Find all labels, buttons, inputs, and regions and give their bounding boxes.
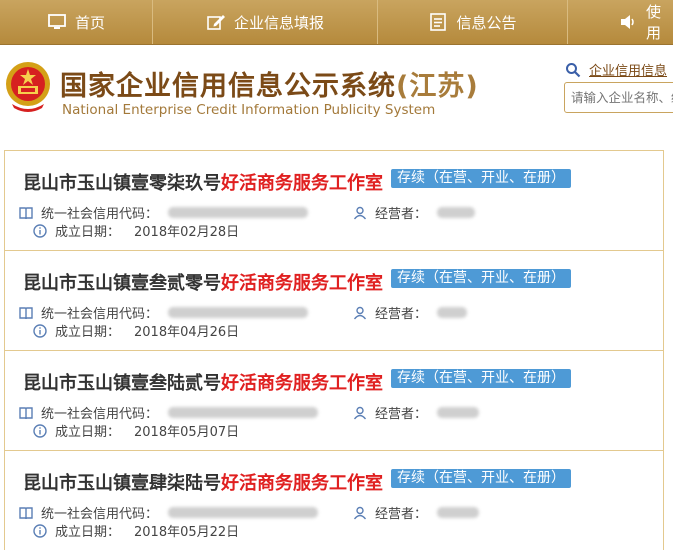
- result-card[interactable]: 昆山市玉山镇壹肆柒陆号好活商务服务工作室 存续（在营、开业、在册） 统一社会信用…: [5, 451, 663, 551]
- enterprise-name[interactable]: 昆山市玉山镇壹叁贰零号好活商务服务工作室: [23, 269, 383, 295]
- redacted-credit-code: [168, 507, 319, 518]
- credit-code-row: 统一社会信用代码：: [19, 403, 319, 422]
- speaker-icon: [618, 12, 638, 32]
- operator-row: 经营者：: [353, 203, 476, 222]
- redacted-operator: [437, 407, 480, 418]
- search-icon: [565, 62, 581, 78]
- site-header: 国家企业信用信息公示系统(江苏) National Enterprise Cre…: [0, 44, 673, 144]
- info-icon: [33, 423, 47, 438]
- book-icon: [19, 506, 33, 520]
- founding-date-row: 成立日期： 2018年02月28日: [33, 221, 239, 240]
- status-badge: 存续（在营、开业、在册）: [391, 269, 571, 288]
- credit-code-row: 统一社会信用代码：: [19, 503, 319, 522]
- credit-code-row: 统一社会信用代码：: [19, 203, 309, 222]
- user-icon: [353, 506, 367, 520]
- result-card[interactable]: 昆山市玉山镇壹叁贰零号好活商务服务工作室 存续（在营、开业、在册） 统一社会信用…: [5, 251, 663, 351]
- enterprise-name[interactable]: 昆山市玉山镇壹肆柒陆号好活商务服务工作室: [23, 469, 383, 495]
- enterprise-name[interactable]: 昆山市玉山镇壹叁陆贰号好活商务服务工作室: [23, 369, 383, 395]
- status-badge: 存续（在营、开业、在册）: [391, 369, 571, 388]
- nav-item-home[interactable]: 首页: [0, 0, 153, 44]
- user-icon: [353, 306, 367, 320]
- top-nav: 首页 企业信息填报 信息公告 使用: [0, 0, 673, 45]
- redacted-operator: [437, 307, 468, 318]
- info-icon: [33, 523, 47, 538]
- operator-row: 经营者：: [353, 403, 480, 422]
- operator-row: 经营者：: [353, 303, 468, 322]
- redacted-operator: [437, 207, 476, 218]
- notice-icon: [428, 12, 448, 32]
- book-icon: [19, 306, 33, 320]
- founding-date-row: 成立日期： 2018年04月26日: [33, 321, 239, 340]
- founding-date-row: 成立日期： 2018年05月07日: [33, 421, 239, 440]
- status-badge: 存续（在营、开业、在册）: [391, 169, 571, 188]
- nav-item-report[interactable]: 企业信息填报: [153, 0, 378, 44]
- user-icon: [353, 206, 367, 220]
- enterprise-credit-search-link[interactable]: 企业信用信息: [565, 60, 667, 79]
- book-icon: [19, 206, 33, 220]
- search-results: 昆山市玉山镇壹零柒玖号好活商务服务工作室 存续（在营、开业、在册） 统一社会信用…: [4, 150, 664, 550]
- result-card[interactable]: 昆山市玉山镇壹零柒玖号好活商务服务工作室 存续（在营、开业、在册） 统一社会信用…: [5, 151, 663, 251]
- status-badge: 存续（在营、开业、在册）: [391, 469, 571, 488]
- nav-label: 信息公告: [456, 13, 517, 32]
- operator-row: 经营者：: [353, 503, 480, 522]
- edit-icon: [206, 12, 226, 32]
- book-icon: [19, 406, 33, 420]
- credit-code-row: 统一社会信用代码：: [19, 303, 309, 322]
- redacted-credit-code: [168, 407, 319, 418]
- enterprise-name[interactable]: 昆山市玉山镇壹零柒玖号好活商务服务工作室: [23, 169, 383, 195]
- user-icon: [353, 406, 367, 420]
- nav-item-notice[interactable]: 信息公告: [378, 0, 568, 44]
- info-icon: [33, 323, 47, 338]
- nav-label: 首页: [74, 13, 105, 32]
- monitor-icon: [47, 12, 67, 32]
- redacted-operator: [437, 507, 480, 518]
- national-emblem-icon: [4, 60, 52, 112]
- info-icon: [33, 223, 47, 238]
- founding-date-row: 成立日期： 2018年05月22日: [33, 521, 239, 540]
- redacted-credit-code: [168, 207, 309, 218]
- nav-label: 使用: [646, 3, 662, 42]
- nav-label: 企业信息填报: [233, 13, 324, 32]
- nav-item-usage[interactable]: 使用: [568, 0, 673, 44]
- site-title: 国家企业信用信息公示系统(江苏): [60, 71, 479, 102]
- site-title-english: National Enterprise Credit Information P…: [62, 102, 436, 118]
- redacted-credit-code: [168, 307, 309, 318]
- result-card[interactable]: 昆山市玉山镇壹叁陆贰号好活商务服务工作室 存续（在营、开业、在册） 统一社会信用…: [5, 351, 663, 451]
- search-input[interactable]: [564, 82, 673, 113]
